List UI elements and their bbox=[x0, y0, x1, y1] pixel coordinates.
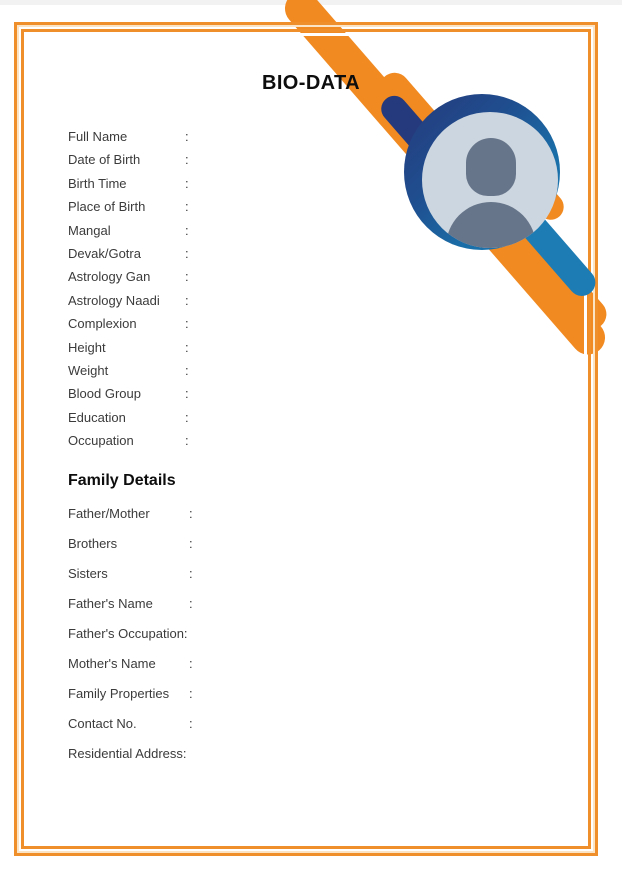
family-field-label: Residential Address: bbox=[68, 746, 187, 761]
personal-field-row: Height: bbox=[68, 340, 368, 363]
personal-field-colon: : bbox=[185, 222, 189, 238]
family-field-label: Contact No. bbox=[68, 716, 137, 731]
personal-details-list: Full Name: Date of Birth: Birth Time: Place… bbox=[68, 129, 368, 456]
personal-field-label: Weight bbox=[68, 362, 109, 378]
family-field-colon: : bbox=[189, 536, 193, 551]
family-field-row: Contact No.: bbox=[68, 716, 388, 746]
family-field-label: Family Properties bbox=[68, 686, 170, 701]
personal-field-label: Astrology Gan bbox=[68, 269, 151, 285]
personal-field-row: Education: bbox=[68, 410, 368, 433]
family-details-heading: Family Details bbox=[68, 472, 176, 489]
family-field-row: Residential Address: bbox=[68, 746, 388, 776]
document-content: BIO-DATA Full Name: Date of Birth: Birth T… bbox=[0, 0, 622, 880]
personal-field-row: Full Name: bbox=[68, 129, 368, 152]
family-field-row: Sisters: bbox=[68, 566, 388, 596]
personal-field-colon: : bbox=[185, 152, 189, 168]
personal-field-label: Astrology Naadi bbox=[68, 292, 160, 308]
personal-field-label: Place of Birth bbox=[68, 199, 146, 215]
family-field-label: Brothers bbox=[68, 536, 118, 551]
family-field-colon: : bbox=[189, 656, 193, 671]
family-field-colon: : bbox=[189, 506, 193, 521]
family-field-row: Father's Name: bbox=[68, 596, 388, 626]
family-field-colon: : bbox=[189, 566, 193, 581]
personal-field-row: Date of Birth: bbox=[68, 152, 368, 175]
personal-field-colon: : bbox=[185, 339, 189, 355]
personal-field-label: Education bbox=[68, 409, 126, 425]
family-field-label: Father's Name bbox=[68, 596, 153, 611]
personal-field-row: Mangal: bbox=[68, 223, 368, 246]
personal-field-label: Date of Birth bbox=[68, 152, 141, 168]
personal-field-row: Place of Birth: bbox=[68, 199, 368, 222]
personal-field-colon: : bbox=[185, 269, 189, 285]
personal-field-colon: : bbox=[185, 245, 189, 261]
personal-field-label: Mangal bbox=[68, 222, 111, 238]
personal-field-colon: : bbox=[185, 386, 189, 402]
personal-field-row: Weight: bbox=[68, 363, 368, 386]
personal-field-label: Occupation bbox=[68, 433, 134, 449]
family-field-row: Father/Mother: bbox=[68, 506, 388, 536]
family-field-label: Father's Occupation: bbox=[68, 626, 188, 641]
personal-field-row: Devak/Gotra: bbox=[68, 246, 368, 269]
family-field-label: Sisters bbox=[68, 566, 108, 581]
family-field-colon: : bbox=[189, 716, 193, 731]
personal-field-colon: : bbox=[185, 433, 189, 449]
family-field-label: Father/Mother bbox=[68, 506, 150, 521]
family-field-row: Mother's Name: bbox=[68, 656, 388, 686]
personal-field-label: Birth Time bbox=[68, 175, 127, 191]
personal-field-label: Blood Group bbox=[68, 386, 141, 402]
personal-field-colon: : bbox=[185, 292, 189, 308]
family-field-row: Brothers: bbox=[68, 536, 388, 566]
personal-field-row: Astrology Naadi: bbox=[68, 293, 368, 316]
personal-field-colon: : bbox=[185, 316, 189, 332]
family-details-list: Father/Mother: Brothers: Sisters: Father's … bbox=[68, 506, 388, 776]
personal-field-row: Complexion: bbox=[68, 316, 368, 339]
personal-field-row: Blood Group: bbox=[68, 386, 368, 409]
personal-field-colon: : bbox=[185, 175, 189, 191]
personal-field-colon: : bbox=[185, 409, 189, 425]
family-field-row: Father's Occupation: bbox=[68, 626, 388, 656]
page-title: BIO-DATA bbox=[262, 72, 360, 94]
biodata-page: BIO-DATA Full Name: Date of Birth: Birth T… bbox=[0, 0, 622, 880]
personal-field-label: Complexion bbox=[68, 316, 137, 332]
personal-field-label: Devak/Gotra bbox=[68, 245, 141, 261]
personal-field-row: Birth Time: bbox=[68, 176, 368, 199]
family-field-label: Mother's Name bbox=[68, 656, 156, 671]
personal-field-colon: : bbox=[185, 129, 189, 144]
personal-field-label: Full Name bbox=[68, 129, 128, 144]
personal-field-colon: : bbox=[185, 362, 189, 378]
personal-field-label: Height bbox=[68, 339, 106, 355]
personal-field-row: Astrology Gan: bbox=[68, 269, 368, 292]
family-field-colon: : bbox=[189, 596, 193, 611]
family-field-colon: : bbox=[189, 686, 193, 701]
personal-field-colon: : bbox=[185, 199, 189, 215]
family-field-row: Family Properties: bbox=[68, 686, 388, 716]
personal-field-row: Occupation: bbox=[68, 433, 368, 456]
